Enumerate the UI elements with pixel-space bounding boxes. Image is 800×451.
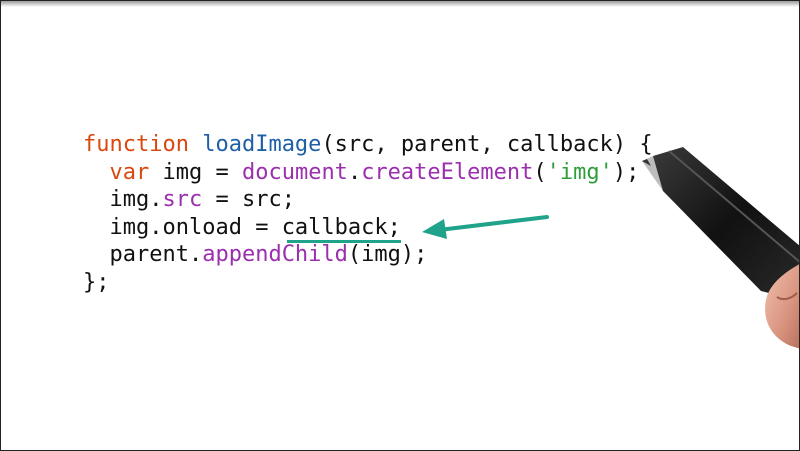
video-frame: function loadImage(src, parent, callback… bbox=[0, 0, 800, 451]
pen-and-hand-image bbox=[642, 147, 799, 349]
